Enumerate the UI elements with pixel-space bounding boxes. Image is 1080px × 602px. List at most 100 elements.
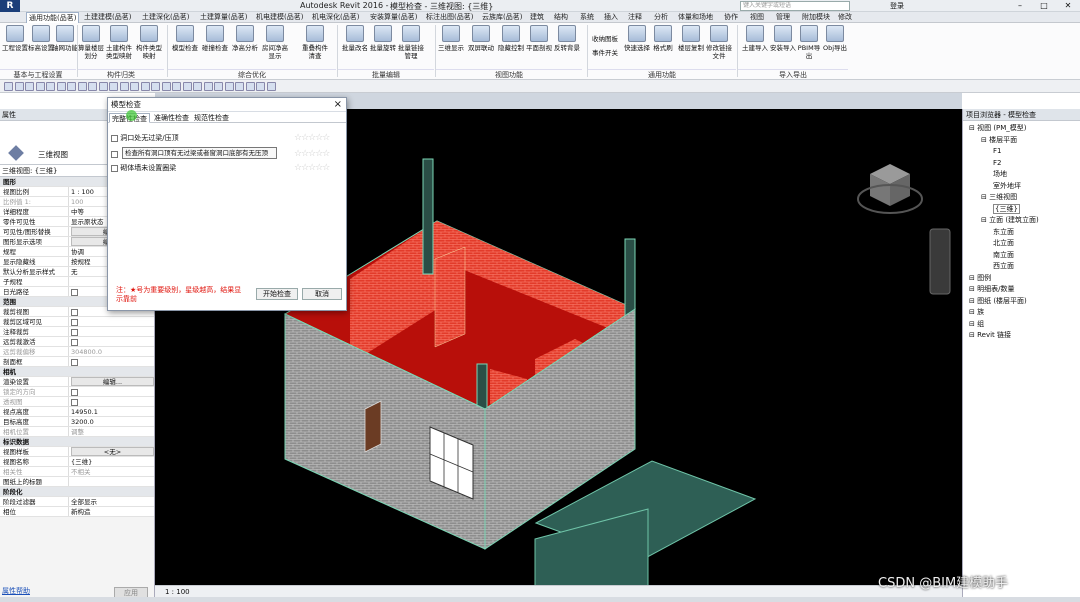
quick-access-icon[interactable] — [4, 82, 13, 91]
property-checkbox[interactable] — [71, 308, 78, 316]
property-edit-button[interactable]: 编辑... — [71, 377, 154, 386]
property-value[interactable]: <无> — [68, 447, 154, 456]
ribbon-button-24[interactable]: 安装导入 — [770, 25, 796, 70]
browser-node[interactable]: ⊟ Revit 链接 — [969, 330, 1011, 340]
tab-12[interactable]: 插入 — [602, 12, 620, 23]
tab-17[interactable]: 视图 — [748, 12, 766, 23]
minimize-button[interactable]: – — [1008, 0, 1032, 12]
quick-access-icon[interactable] — [46, 82, 55, 91]
rating-stars-1[interactable]: ☆☆☆☆☆ — [294, 133, 330, 143]
ribbon-button-14[interactable]: 三维显示 — [438, 25, 464, 70]
maximize-button[interactable]: □ — [1032, 0, 1056, 12]
browser-node[interactable]: 南立面 — [993, 250, 1014, 260]
quick-access-icon[interactable] — [98, 82, 108, 91]
ribbon-button-8[interactable]: 净高分析 — [232, 25, 258, 70]
property-checkbox[interactable] — [71, 388, 78, 396]
tab-15[interactable]: 体量和场地 — [676, 12, 715, 23]
revit-app-icon[interactable]: R — [0, 0, 20, 12]
property-checkbox[interactable] — [71, 288, 78, 296]
browser-node[interactable]: ⊟ 组 — [969, 319, 984, 329]
tree-expander-icon[interactable]: ⊟ — [969, 308, 977, 316]
dialog-close-icon[interactable]: × — [334, 98, 342, 112]
browser-node[interactable]: {三维} — [993, 203, 1020, 214]
property-section[interactable]: 相机 — [0, 367, 154, 377]
ribbon-button-2[interactable]: 轴网功能 — [52, 25, 78, 70]
ribbon-button-4[interactable]: 土建构件类型映射 — [106, 25, 132, 70]
ribbon-button-23[interactable]: 土建导入 — [742, 25, 768, 70]
property-value[interactable]: 全部显示 — [68, 497, 154, 506]
tab-4[interactable]: 机电建模(品茗) — [254, 12, 305, 23]
property-checkbox[interactable] — [71, 338, 78, 346]
property-value[interactable]: 调整 — [68, 427, 154, 436]
quick-access-icon[interactable] — [130, 82, 139, 91]
quick-access-icon[interactable] — [35, 82, 45, 91]
rating-stars-2[interactable]: ☆☆☆☆☆ — [294, 149, 330, 159]
close-button[interactable]: ✕ — [1056, 0, 1080, 12]
check-item-2[interactable] — [111, 149, 118, 159]
view-scale[interactable]: 1 : 100 — [165, 587, 190, 597]
browser-node[interactable]: F2 — [993, 158, 1001, 168]
property-value[interactable]: 编辑... — [68, 377, 154, 386]
tab-11[interactable]: 系统 — [578, 12, 596, 23]
tab-8[interactable]: 云族库(品茗) — [480, 12, 524, 23]
ribbon-button-5[interactable]: 构件类型映射 — [136, 25, 162, 70]
tab-10[interactable]: 结构 — [552, 12, 570, 23]
start-check-button[interactable]: 开始检查 — [256, 288, 298, 300]
rating-stars-3[interactable]: ☆☆☆☆☆ — [294, 163, 330, 173]
tree-expander-icon[interactable]: ⊟ — [981, 216, 989, 224]
ribbon-button-21[interactable]: 楼层复制 — [678, 25, 704, 70]
tab-13[interactable]: 注释 — [626, 12, 644, 23]
tab-14[interactable]: 分析 — [652, 12, 670, 23]
tree-expander-icon[interactable]: ⊟ — [969, 320, 977, 328]
tab-5[interactable]: 机电深化(品茗) — [310, 12, 361, 23]
property-value[interactable]: 304800.0 — [68, 347, 154, 356]
ribbon-button-7[interactable]: 碰撞检查 — [202, 25, 228, 70]
tab-19[interactable]: 附加模块 — [800, 12, 832, 23]
property-value[interactable] — [68, 337, 154, 346]
quick-access-icon[interactable] — [14, 82, 24, 91]
property-value[interactable] — [68, 327, 154, 336]
quick-access-icon[interactable] — [161, 82, 171, 91]
ribbon-button-0[interactable]: 工程设置 — [2, 25, 28, 70]
ribbon-button-17[interactable]: 平面剖视 — [526, 25, 552, 70]
tab-7[interactable]: 标注出图(品茗) — [424, 12, 475, 23]
ribbon-button-20[interactable]: 格式刷 — [650, 25, 676, 70]
ribbon-button-19[interactable]: 快速选择 — [624, 25, 650, 70]
property-value[interactable] — [68, 357, 154, 366]
sign-in-button[interactable]: 登录 — [890, 0, 904, 12]
property-value[interactable]: 3200.0 — [68, 417, 154, 426]
quick-access-icon[interactable] — [172, 82, 181, 91]
tab-3[interactable]: 土建算量(品茗) — [198, 12, 249, 23]
ribbon-button-26[interactable]: Obj导出 — [822, 25, 848, 70]
quick-access-icon[interactable] — [151, 82, 160, 91]
property-section[interactable]: 标识数据 — [0, 437, 154, 447]
check-item-lintel[interactable]: 洞口处无过梁/压顶 — [111, 133, 179, 143]
browser-node[interactable]: 北立面 — [993, 238, 1014, 248]
browser-node[interactable]: 场地 — [993, 169, 1007, 179]
quick-access-icon[interactable] — [224, 82, 234, 91]
property-value[interactable]: 14950.1 — [68, 407, 154, 416]
browser-node[interactable]: 西立面 — [993, 261, 1014, 271]
property-value[interactable]: 不相关 — [68, 467, 154, 476]
property-checkbox[interactable] — [71, 398, 78, 406]
search-input[interactable]: 键入关键字或短语 — [740, 1, 850, 11]
quick-access-icon[interactable] — [256, 82, 265, 91]
browser-node[interactable]: ⊟ 族 — [969, 307, 984, 317]
check-item-ring-beam[interactable]: 砌体墙未设置圈梁 — [111, 163, 176, 173]
property-value[interactable]: 新构造 — [68, 507, 154, 516]
cancel-button[interactable]: 取消 — [302, 288, 342, 300]
tree-expander-icon[interactable]: ⊟ — [969, 297, 977, 305]
quick-access-icon[interactable] — [235, 82, 244, 91]
ribbon-button-22[interactable]: 修改链接文件 — [706, 25, 732, 70]
ribbon-button-18[interactable]: 反转背景 — [554, 25, 580, 70]
browser-node[interactable]: 东立面 — [993, 227, 1014, 237]
ribbon-button-13[interactable]: 批量链接管理 — [398, 25, 424, 70]
ribbon-button-3[interactable]: 算量楼层划分 — [78, 25, 104, 70]
ribbon-button-6[interactable]: 模型检查 — [172, 25, 198, 70]
browser-node[interactable]: ⊟ 图纸 (楼层平面) — [969, 296, 1027, 306]
tab-18[interactable]: 管理 — [774, 12, 792, 23]
tree-expander-icon[interactable]: ⊟ — [969, 274, 977, 282]
quick-access-icon[interactable] — [182, 82, 192, 91]
quick-access-icon[interactable] — [245, 82, 255, 91]
browser-node[interactable]: ⊟ 楼层平面 — [981, 135, 1017, 145]
